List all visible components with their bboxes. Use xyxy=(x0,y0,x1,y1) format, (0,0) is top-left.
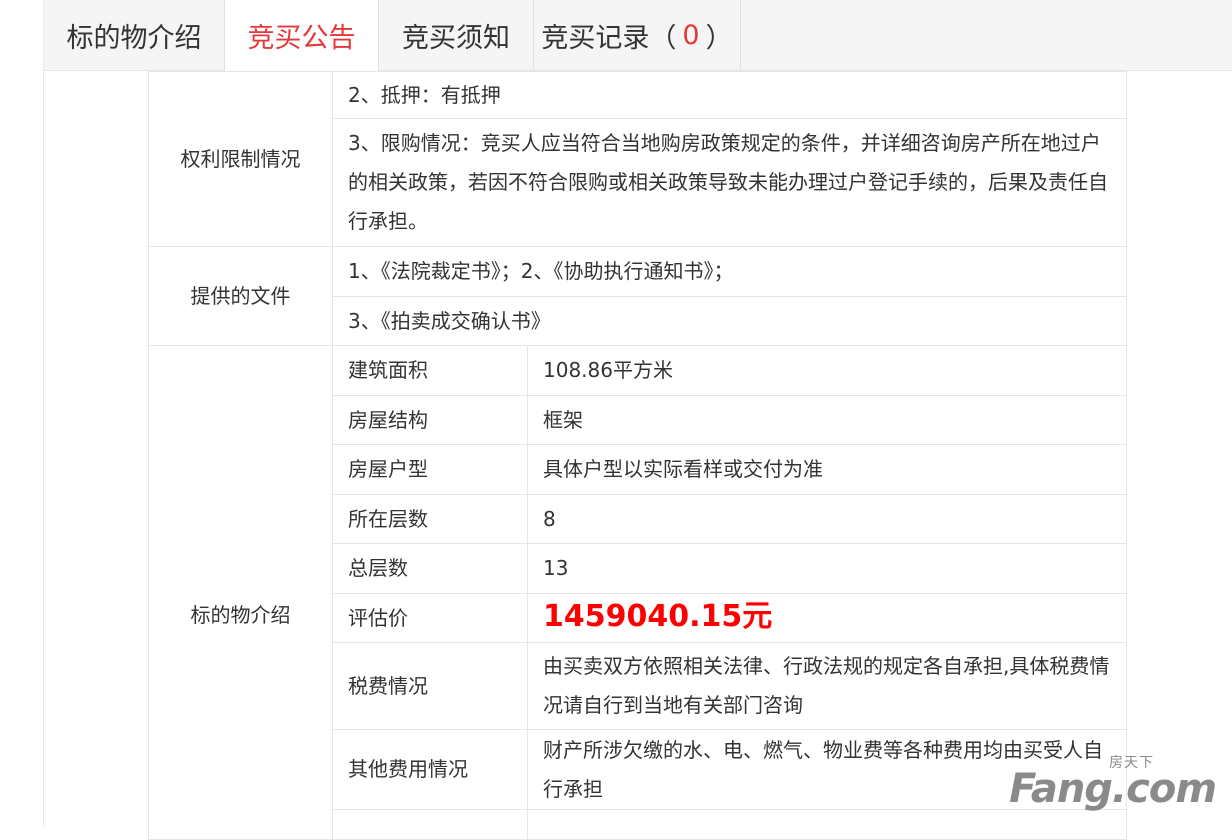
table-row: 标的物介绍 建筑面积 108.86平方米 xyxy=(148,345,1128,840)
subject-label: 标的物介绍 xyxy=(148,345,333,840)
tax-value: 由买卖双方依照相关法律、行政法规的规定各自承担,具体税费情况请自行到当地有关部门… xyxy=(526,642,1128,730)
documents-line-2: 3、《拍卖成交确认书》 xyxy=(331,296,1128,346)
mortgage-text: 2、抵押：有抵押 xyxy=(331,71,1128,119)
tab-bar: 标的物介绍 竞买公告 竞买须知 竞买记录（ 0） xyxy=(44,0,1232,71)
tab-label: 标的物介绍 xyxy=(66,22,202,54)
total-floors-value: 13 xyxy=(526,543,1128,594)
tab-auction-notice[interactable]: 竞买公告 xyxy=(225,0,379,71)
floor-key: 所在层数 xyxy=(332,494,528,544)
area-key: 建筑面积 xyxy=(332,345,528,396)
watermark-main-text: Fang.com xyxy=(1009,766,1217,812)
structure-value: 框架 xyxy=(526,395,1128,445)
layout-value: 具体户型以实际看样或交付为准 xyxy=(526,444,1128,495)
layout-key: 房屋户型 xyxy=(332,444,528,495)
appraisal-value-cell: 1459040.15元 xyxy=(526,593,1128,643)
page-frame: 标的物介绍 竞买公告 竞买须知 竞买记录（ 0） 权利限制情况 2、抵押：有抵押 … xyxy=(43,0,1232,840)
next-row-key xyxy=(332,809,528,840)
rights-label: 权利限制情况 xyxy=(148,71,333,247)
total-floors-key: 总层数 xyxy=(332,543,528,594)
tab-subject-intro[interactable]: 标的物介绍 xyxy=(44,0,225,70)
tab-auction-rules[interactable]: 竞买须知 xyxy=(379,0,534,70)
tab-label: 竞买须知 xyxy=(402,22,510,54)
purchase-restriction-text: 3、限购情况：竞买人应当符合当地购房政策规定的条件，并详细咨询房产所在地过户的相… xyxy=(331,118,1128,247)
announcement-table: 权利限制情况 2、抵押：有抵押 3、限购情况：竞买人应当符合当地购房政策规定的条… xyxy=(148,71,1128,840)
fang-watermark-logo: 房天下 Fang.com xyxy=(1009,752,1217,812)
area-value: 108.86平方米 xyxy=(526,345,1128,396)
next-row-value xyxy=(526,809,1128,840)
bid-count-badge: 0 xyxy=(682,19,700,51)
other-fees-key: 其他费用情况 xyxy=(332,729,528,810)
table-row: 提供的文件 1、《法院裁定书》；2、《协助执行通知书》； xyxy=(148,246,1128,346)
documents-line-1: 1、《法院裁定书》；2、《协助执行通知书》； xyxy=(331,246,1128,297)
appraisal-key: 评估价 xyxy=(332,593,528,643)
table-row: 权利限制情况 2、抵押：有抵押 xyxy=(148,71,1128,247)
floor-value: 8 xyxy=(526,494,1128,544)
tab-label: 竞买公告 xyxy=(247,23,356,54)
announcement-content: 权利限制情况 2、抵押：有抵押 3、限购情况：竞买人应当符合当地购房政策规定的条… xyxy=(148,71,1128,840)
tab-label-suffix: ） xyxy=(705,22,733,54)
structure-key: 房屋结构 xyxy=(332,395,528,445)
documents-label: 提供的文件 xyxy=(148,246,333,346)
appraisal-price: 1459040.15元 xyxy=(543,599,773,634)
tab-bid-records[interactable]: 竞买记录（ 0） xyxy=(534,0,741,70)
tab-label: 竞买记录（ xyxy=(541,22,677,54)
tax-key: 税费情况 xyxy=(332,642,528,730)
